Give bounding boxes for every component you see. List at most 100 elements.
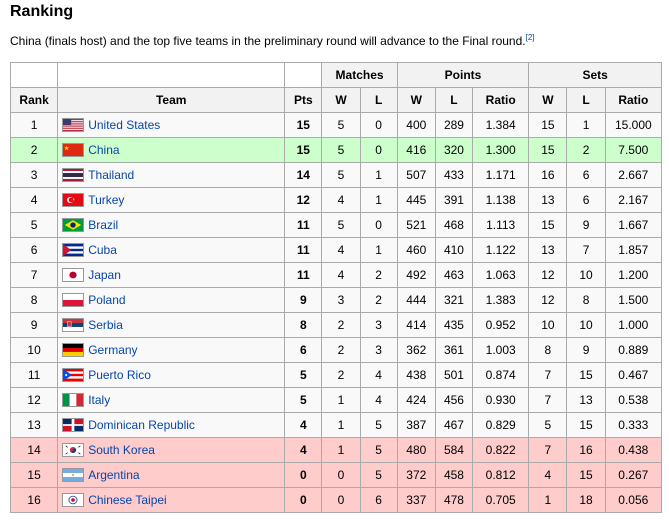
cuba-flag-icon (62, 243, 85, 258)
team-link[interactable]: Argentina (88, 468, 139, 482)
pts-cell-value: 15 (296, 143, 310, 157)
pts-cell-value: 11 (296, 268, 310, 282)
points-w-cell: 337 (396, 487, 436, 513)
rank-cell: 11 (9, 362, 59, 388)
points-w-cell: 400 (396, 112, 436, 138)
team-link[interactable]: Serbia (88, 318, 123, 332)
team-link[interactable]: China (88, 143, 119, 157)
points-l-cell: 320 (434, 137, 474, 163)
matches-l-cell-value: 2 (375, 293, 382, 307)
header-row-columns: Rank Team Pts W L W L Ratio W L Ratio (9, 87, 663, 113)
points-l-cell-value: 458 (443, 468, 464, 482)
team-link[interactable]: Poland (88, 293, 125, 307)
team-link[interactable]: Dominican Republic (88, 418, 195, 432)
points-w-cell-value: 372 (406, 468, 427, 482)
team-link[interactable]: Japan (88, 268, 121, 282)
sets-w-cell: 13 (528, 187, 568, 213)
sets-w-cell: 15 (528, 112, 568, 138)
team-cell: Serbia (57, 312, 286, 338)
header-pts: Pts (284, 87, 323, 113)
matches-l-cell: 0 (359, 112, 398, 138)
points-w-cell: 492 (396, 262, 436, 288)
table-row: 4 Turkey 12 4 1 445 391 1.138 13 6 2.167 (9, 187, 663, 213)
sets-ratio-cell: 1.200 (604, 262, 663, 288)
team-link[interactable]: Cuba (88, 243, 117, 257)
points-l-cell: 456 (434, 387, 474, 413)
team-link[interactable]: Italy (88, 393, 110, 407)
matches-l-cell: 2 (359, 287, 398, 313)
reference-link[interactable]: [2] (526, 33, 535, 42)
team-link[interactable]: Germany (88, 343, 137, 357)
matches-w-cell: 1 (321, 437, 361, 463)
points-ratio-cell-value: 1.122 (485, 243, 516, 257)
points-ratio-cell: 1.300 (472, 137, 530, 163)
team-link[interactable]: Chinese Taipei (88, 493, 167, 507)
matches-w-cell-value: 4 (337, 268, 345, 282)
sets-ratio-cell-value: 0.467 (618, 368, 649, 382)
table-row: 15 Argentina 0 0 5 372 458 0.812 4 15 0.267 (9, 462, 663, 488)
points-l-cell: 463 (434, 262, 474, 288)
dominican-republic-flag-icon (62, 418, 85, 433)
team-cell: Germany (57, 337, 286, 363)
sets-w-cell-value: 10 (541, 318, 555, 332)
rank-cell-value: 9 (30, 318, 38, 332)
sets-ratio-cell: 7.500 (604, 137, 663, 163)
sets-ratio-cell: 0.267 (604, 462, 663, 488)
team-link[interactable]: United States (88, 118, 160, 132)
points-w-cell-value: 507 (406, 168, 427, 182)
sets-w-cell-value: 8 (544, 343, 552, 357)
matches-w-cell: 4 (321, 237, 361, 263)
table-row: 11 Puerto Rico 5 2 4 438 501 0.874 7 15 0.467 (9, 362, 663, 388)
points-l-cell-value: 361 (443, 343, 464, 357)
points-ratio-cell-value: 1.138 (485, 193, 516, 207)
pts-cell-value: 5 (299, 393, 307, 407)
points-ratio-cell-value: 1.003 (485, 343, 516, 357)
rank-cell-value: 2 (30, 143, 38, 157)
points-l-cell-value: 321 (443, 293, 464, 307)
sets-l-cell-value: 7 (582, 243, 590, 257)
rank-cell: 4 (9, 187, 59, 213)
matches-l-cell-value: 3 (375, 343, 382, 357)
team-link[interactable]: Thailand (88, 168, 134, 182)
points-ratio-cell-value: 0.822 (485, 443, 516, 457)
sets-w-cell-value: 15 (541, 118, 555, 132)
sets-w-cell-value: 7 (544, 368, 552, 382)
header-matches-l: L (359, 87, 398, 113)
sets-ratio-cell-value: 15.000 (614, 118, 652, 132)
sets-l-cell: 8 (566, 287, 606, 313)
rank-cell: 3 (9, 162, 59, 188)
sets-w-cell: 1 (528, 487, 568, 513)
matches-l-cell: 4 (359, 387, 398, 413)
sets-ratio-cell-value: 0.889 (618, 343, 649, 357)
sets-ratio-cell-value: 0.538 (618, 393, 649, 407)
table-row: 13 Dominican Republic 4 1 5 387 467 0.829 5 15 0.3… (9, 412, 663, 438)
sets-ratio-cell: 0.467 (604, 362, 663, 388)
matches-w-cell-value: 2 (337, 318, 345, 332)
team-link[interactable]: Brazil (88, 218, 118, 232)
rank-cell-value: 11 (27, 368, 41, 382)
pts-cell: 15 (284, 137, 323, 163)
poland-flag-icon (62, 293, 85, 308)
sets-l-cell: 13 (566, 387, 606, 413)
sets-w-cell: 12 (528, 287, 568, 313)
team-link[interactable]: South Korea (88, 443, 155, 457)
sets-l-cell-value: 15 (579, 368, 593, 382)
sets-w-cell: 15 (528, 137, 568, 163)
sets-w-cell-value: 13 (541, 243, 555, 257)
sets-l-cell: 10 (566, 262, 606, 288)
team-cell: Japan (57, 262, 286, 288)
header-points-l: L (434, 87, 474, 113)
rank-cell-value: 4 (30, 193, 38, 207)
sets-ratio-cell: 0.538 (604, 387, 663, 413)
team-link[interactable]: Puerto Rico (88, 368, 151, 382)
matches-l-cell-value: 5 (375, 468, 382, 482)
points-l-cell-value: 433 (443, 168, 464, 182)
sets-l-cell-value: 10 (579, 268, 593, 282)
rank-cell-value: 14 (27, 443, 41, 457)
team-cell: Chinese Taipei (57, 487, 286, 513)
sets-ratio-cell: 0.889 (604, 337, 663, 363)
matches-w-cell: 5 (321, 212, 361, 238)
table-row: 12 Italy 5 1 4 424 456 0.930 7 13 0.538 (9, 387, 663, 413)
points-l-cell: 478 (434, 487, 474, 513)
team-link[interactable]: Turkey (88, 193, 124, 207)
